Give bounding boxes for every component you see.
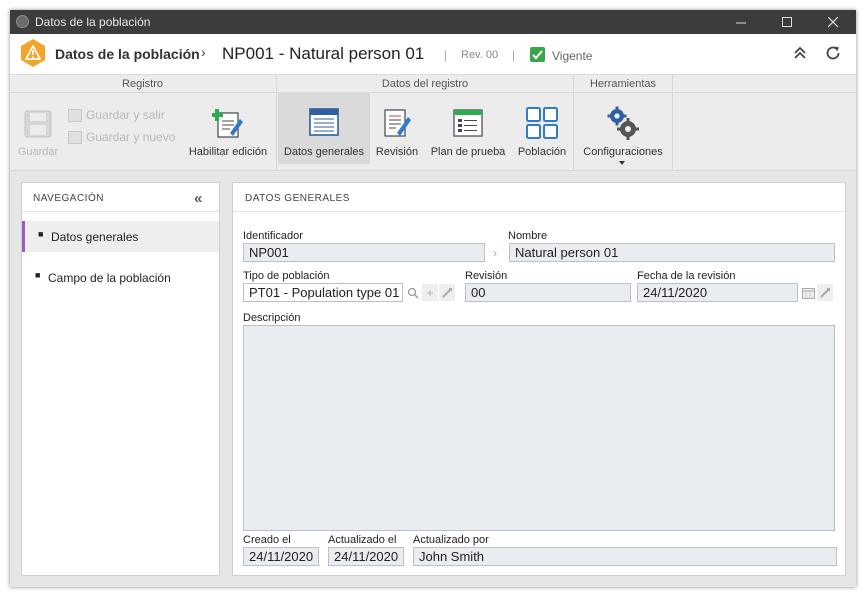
collapse-left-icon[interactable]: «	[194, 190, 203, 207]
chevron-right-icon[interactable]: ›	[487, 244, 503, 261]
created-label: Creado el	[243, 534, 291, 546]
title-bar: Datos de la población	[10, 10, 856, 34]
save-button[interactable]: Guardar	[14, 95, 62, 165]
general-data-panel: DATOS GENERALES Identificador NP001 › No…	[232, 182, 846, 576]
form-window-icon	[309, 108, 339, 136]
revision-date-label: Fecha de la revisión	[637, 270, 736, 282]
name-label: Nombre	[508, 230, 548, 242]
revision-field-label: Revisión	[465, 270, 508, 282]
search-icon[interactable]	[405, 284, 421, 301]
revision-button[interactable]: Revisión	[372, 95, 422, 165]
ribbon-group-registro: Registro	[122, 78, 163, 90]
general-data-button[interactable]: Datos generales	[278, 93, 370, 164]
revision-label: Rev. 00	[461, 49, 499, 61]
updated-by-field[interactable]: John Smith	[413, 547, 837, 566]
document-pencil-icon	[384, 109, 411, 137]
refresh-icon[interactable]	[824, 44, 842, 62]
checklist-icon	[453, 109, 483, 137]
maximize-button[interactable]	[764, 10, 810, 34]
clear-icon[interactable]	[817, 284, 833, 301]
updated-by-label: Actualizado por	[413, 534, 489, 546]
floppy-disk-icon	[24, 110, 52, 138]
add-icon[interactable]: +	[422, 284, 438, 301]
population-type-field[interactable]: PT01 - Population type 01	[243, 283, 403, 302]
bullet-icon: ■	[35, 270, 41, 280]
ribbon-separator	[672, 75, 673, 170]
identifier-label: Identificador	[243, 230, 303, 242]
window-title: Datos de la población	[35, 15, 151, 29]
save-new-icon	[68, 130, 82, 144]
identifier-field[interactable]: NP001	[243, 243, 485, 262]
description-label: Descripción	[243, 312, 301, 324]
enable-edit-button[interactable]: Habilitar edición	[188, 95, 268, 165]
edit-document-add-icon	[212, 109, 243, 138]
ribbon-group-datos: Datos del registro	[381, 78, 469, 90]
check-icon	[530, 47, 545, 62]
close-button[interactable]	[810, 10, 856, 34]
header-divider: |	[444, 48, 448, 62]
header-title: Datos de la población	[55, 46, 200, 62]
population-type-label: Tipo de población	[243, 270, 330, 282]
updated-field[interactable]: 24/11/2020	[328, 547, 404, 566]
bullet-icon: ■	[38, 229, 44, 239]
save-exit-icon	[68, 108, 82, 122]
navigation-panel: NAVEGACIÓN « ■ Datos generales ■ Campo d…	[21, 182, 220, 576]
maximize-icon	[781, 16, 792, 27]
revision-field[interactable]: 00	[465, 283, 631, 302]
updated-label: Actualizado el	[328, 534, 397, 546]
app-icon	[16, 15, 29, 28]
created-field[interactable]: 24/11/2020	[243, 547, 319, 566]
save-and-new-button[interactable]: Guardar y nuevo	[68, 130, 175, 144]
description-textarea[interactable]	[243, 325, 835, 531]
minimize-icon	[735, 22, 746, 23]
grid-icon	[526, 107, 558, 139]
settings-button[interactable]: Configuraciones	[576, 95, 670, 165]
ribbon-group-herramientas: Herramientas	[589, 78, 657, 90]
collapse-up-icon[interactable]	[792, 44, 808, 62]
name-field[interactable]: Natural person 01	[509, 243, 835, 262]
close-icon	[827, 16, 838, 27]
population-button[interactable]: Población	[514, 95, 570, 165]
clear-icon[interactable]	[439, 284, 455, 301]
dropdown-arrow-icon	[619, 161, 625, 165]
status-label: Vigente	[552, 49, 593, 63]
minimize-button[interactable]	[718, 10, 764, 34]
revision-date-field[interactable]: 24/11/2020	[637, 283, 798, 302]
navigation-title: NAVEGACIÓN	[33, 193, 104, 204]
nav-item-general-data[interactable]: ■ Datos generales	[22, 221, 219, 252]
record-header: Datos de la población › NP001 - Natural …	[10, 34, 856, 75]
form-title: DATOS GENERALES	[245, 193, 350, 204]
header-divider: |	[512, 48, 516, 62]
gears-icon	[607, 106, 639, 140]
window: Datos de la población Datos de la poblac…	[10, 10, 856, 587]
warning-badge-icon	[21, 39, 45, 67]
record-title: NP001 - Natural person 01	[222, 44, 425, 63]
nav-item-population-field[interactable]: ■ Campo de la población	[22, 262, 219, 293]
breadcrumb-separator: ›	[201, 44, 206, 60]
test-plan-button[interactable]: Plan de prueba	[426, 95, 510, 165]
calendar-icon[interactable]	[800, 284, 816, 301]
save-and-exit-button[interactable]: Guardar y salir	[68, 108, 165, 122]
ribbon-toolbar: Registro Datos del registro Herramientas…	[10, 75, 856, 171]
